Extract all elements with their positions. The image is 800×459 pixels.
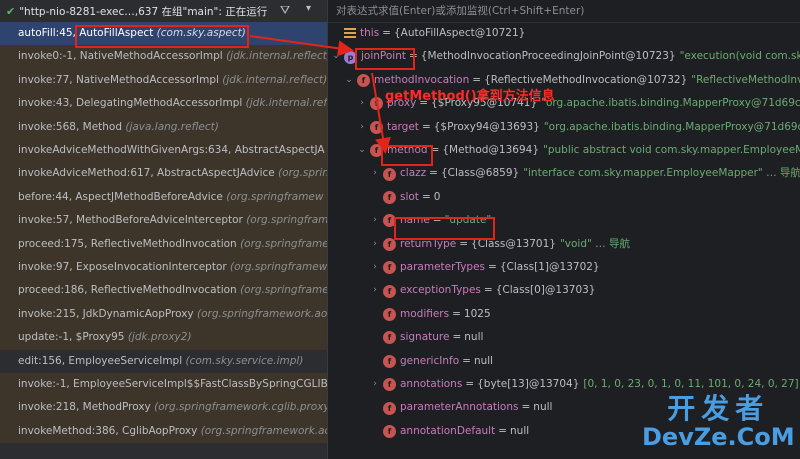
annotation-arrows [249,35,391,154]
watermark-cn: 开发者 [667,392,770,425]
watermark-en: DevZe.CoM [642,423,795,451]
annotation-label: getMethod()拿到方法信息 [385,89,555,104]
watermark-logo: 开发者 DevZe.CoM [642,392,795,451]
